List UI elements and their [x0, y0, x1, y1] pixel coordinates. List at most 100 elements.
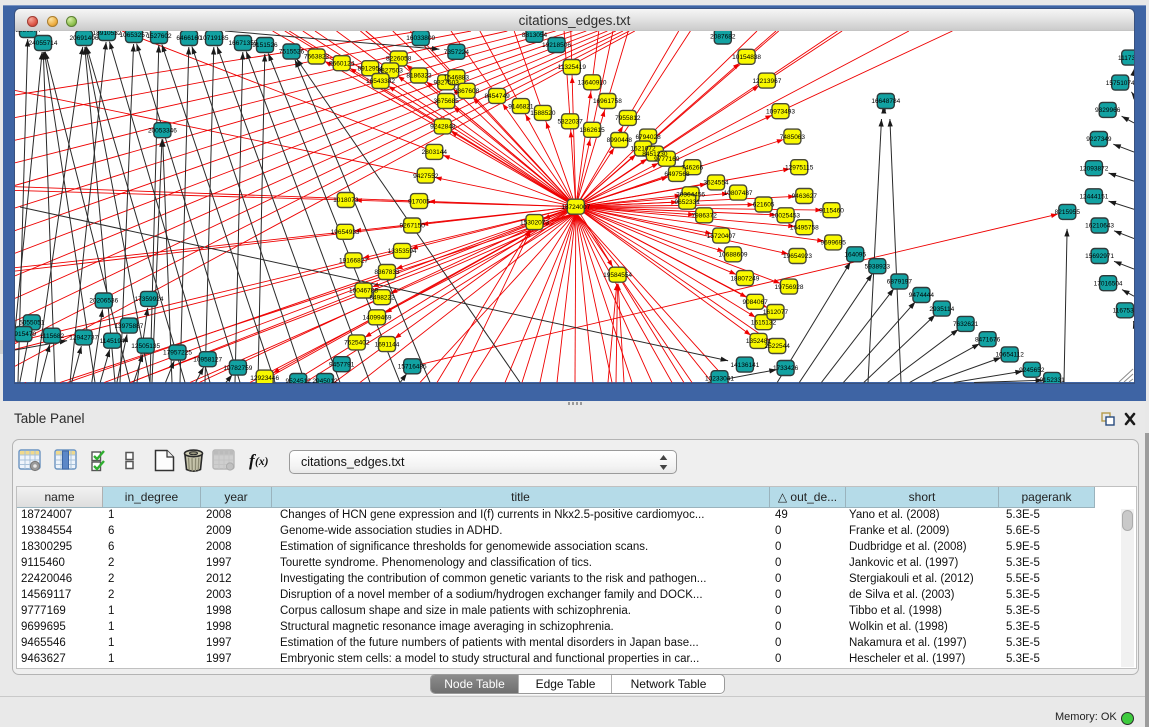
svg-text:9457791: 9457791 — [329, 361, 355, 368]
svg-text:12093872: 12093872 — [1079, 165, 1108, 172]
svg-text:8836974: 8836974 — [15, 31, 41, 34]
svg-text:7632621: 7632621 — [953, 321, 979, 328]
svg-text:2803144: 2803144 — [422, 149, 448, 156]
svg-text:8367833: 8367833 — [374, 269, 400, 276]
svg-text:9084067: 9084067 — [742, 299, 768, 306]
svg-text:1527602: 1527602 — [146, 33, 172, 40]
svg-text:1691144: 1691144 — [375, 341, 400, 348]
svg-text:7485063: 7485063 — [780, 134, 806, 141]
svg-text:6794028: 6794028 — [635, 134, 661, 141]
svg-text:9245652: 9245652 — [1019, 367, 1045, 374]
svg-text:7357224: 7357224 — [444, 49, 470, 56]
svg-text:19584554: 19584554 — [603, 272, 632, 279]
svg-text:9827503: 9827503 — [378, 68, 404, 75]
svg-text:1612077: 1612077 — [763, 309, 789, 316]
svg-text:2087682: 2087682 — [710, 34, 736, 41]
svg-text:5322037: 5322037 — [557, 119, 583, 126]
svg-text:1588520: 1588520 — [530, 110, 556, 117]
svg-text:17957225: 17957225 — [163, 350, 192, 357]
svg-text:15716485: 15716485 — [398, 364, 427, 371]
svg-text:1546883: 1546883 — [444, 74, 470, 81]
svg-text:18724007: 18724007 — [561, 204, 590, 211]
svg-text:16648784: 16648784 — [871, 98, 900, 105]
svg-text:9524512: 9524512 — [286, 378, 312, 383]
svg-text:19654933: 19654933 — [331, 229, 360, 236]
svg-text:9267150: 9267150 — [400, 223, 426, 230]
svg-text:19756928: 19756928 — [775, 284, 804, 291]
svg-text:9427552: 9427552 — [413, 173, 439, 180]
svg-text:9152331: 9152331 — [1039, 377, 1065, 383]
svg-text:1117384: 1117384 — [1118, 55, 1134, 62]
svg-text:8813054: 8813054 — [522, 32, 548, 39]
svg-text:17359924: 17359924 — [135, 296, 164, 303]
svg-text:9474444: 9474444 — [909, 292, 935, 299]
svg-text:9660124: 9660124 — [329, 60, 355, 67]
svg-text:8498222: 8498222 — [369, 294, 395, 301]
svg-text:16495758: 16495758 — [790, 224, 819, 231]
svg-text:19218506: 19218506 — [542, 42, 571, 49]
svg-text:17016504: 17016504 — [1094, 280, 1123, 287]
svg-text:19166827: 19166827 — [339, 258, 368, 265]
svg-text:19654923: 19654923 — [783, 253, 812, 260]
svg-text:10807487: 10807487 — [724, 190, 753, 197]
svg-text:7515526: 7515526 — [279, 49, 305, 56]
svg-text:(x): (x) — [255, 456, 269, 468]
svg-text:10233041: 10233041 — [705, 375, 734, 382]
svg-text:10719185: 10719185 — [200, 35, 229, 42]
svg-text:10973493: 10973493 — [766, 108, 795, 115]
svg-text:18910532: 18910532 — [93, 31, 122, 37]
svg-text:9115460: 9115460 — [819, 207, 844, 214]
svg-text:16961758: 16961758 — [593, 98, 622, 105]
svg-text:2945012: 2945012 — [312, 378, 338, 383]
svg-text:12975115: 12975115 — [785, 164, 814, 171]
svg-text:7955812: 7955812 — [615, 115, 641, 122]
svg-text:3624554: 3624554 — [703, 180, 729, 187]
svg-text:6879197: 6879197 — [887, 279, 913, 286]
svg-text:7625402: 7625402 — [344, 340, 370, 347]
svg-text:12505135: 12505135 — [131, 343, 160, 350]
svg-text:16210643: 16210643 — [1085, 223, 1114, 230]
svg-text:9777169: 9777169 — [654, 156, 680, 163]
svg-text:8186323: 8186323 — [406, 73, 432, 80]
svg-text:15751074: 15751074 — [1106, 80, 1134, 87]
svg-text:10653257: 10653257 — [120, 32, 149, 39]
svg-text:10025453: 10025453 — [771, 213, 800, 220]
svg-text:1362615: 1362615 — [579, 127, 605, 134]
svg-text:24055714: 24055714 — [29, 40, 58, 47]
svg-text:13975887: 13975887 — [114, 323, 143, 330]
svg-text:10782759: 10782759 — [223, 365, 252, 372]
svg-text:8454749: 8454749 — [484, 93, 510, 100]
svg-text:10958127: 10958127 — [193, 356, 222, 363]
svg-text:1615132: 1615132 — [751, 319, 777, 326]
svg-text:8215955: 8215955 — [1055, 209, 1081, 216]
svg-text:15692971: 15692971 — [1085, 253, 1114, 260]
svg-text:16033809: 16033809 — [406, 35, 435, 42]
svg-text:7986372: 7986372 — [692, 213, 718, 220]
svg-text:917005: 917005 — [408, 198, 430, 205]
svg-text:3675685: 3675685 — [434, 98, 460, 105]
svg-text:1115682: 1115682 — [40, 333, 65, 340]
svg-text:12444151: 12444151 — [1079, 194, 1108, 201]
svg-text:15302073: 15302073 — [520, 219, 549, 226]
svg-text:6466160: 6466160 — [176, 35, 202, 42]
svg-text:5055051: 5055051 — [19, 320, 45, 327]
svg-text:10654112: 10654112 — [995, 352, 1024, 359]
svg-text:12213967: 12213967 — [752, 78, 781, 85]
svg-text:10154838: 10154838 — [732, 54, 761, 61]
svg-text:16543382: 16543382 — [366, 78, 395, 85]
svg-text:5938923: 5938923 — [865, 263, 891, 270]
svg-text:2522544: 2522544 — [765, 343, 791, 350]
svg-text:9242848: 9242848 — [430, 124, 456, 131]
svg-text:9227349: 9227349 — [1086, 136, 1112, 143]
svg-text:2367608: 2367608 — [454, 88, 480, 95]
svg-text:1145194: 1145194 — [100, 338, 125, 345]
svg-text:1167534: 1167534 — [1113, 308, 1134, 315]
svg-text:6497568: 6497568 — [664, 171, 690, 178]
svg-text:1733426: 1733426 — [773, 365, 799, 372]
svg-text:20206536: 20206536 — [89, 298, 118, 305]
svg-text:14136141: 14136141 — [730, 362, 759, 369]
svg-text:9329966: 9329966 — [1095, 107, 1121, 114]
svg-text:9151526: 9151526 — [252, 42, 278, 49]
svg-text:8471676: 8471676 — [975, 336, 1001, 343]
svg-text:14099469: 14099469 — [363, 315, 392, 322]
